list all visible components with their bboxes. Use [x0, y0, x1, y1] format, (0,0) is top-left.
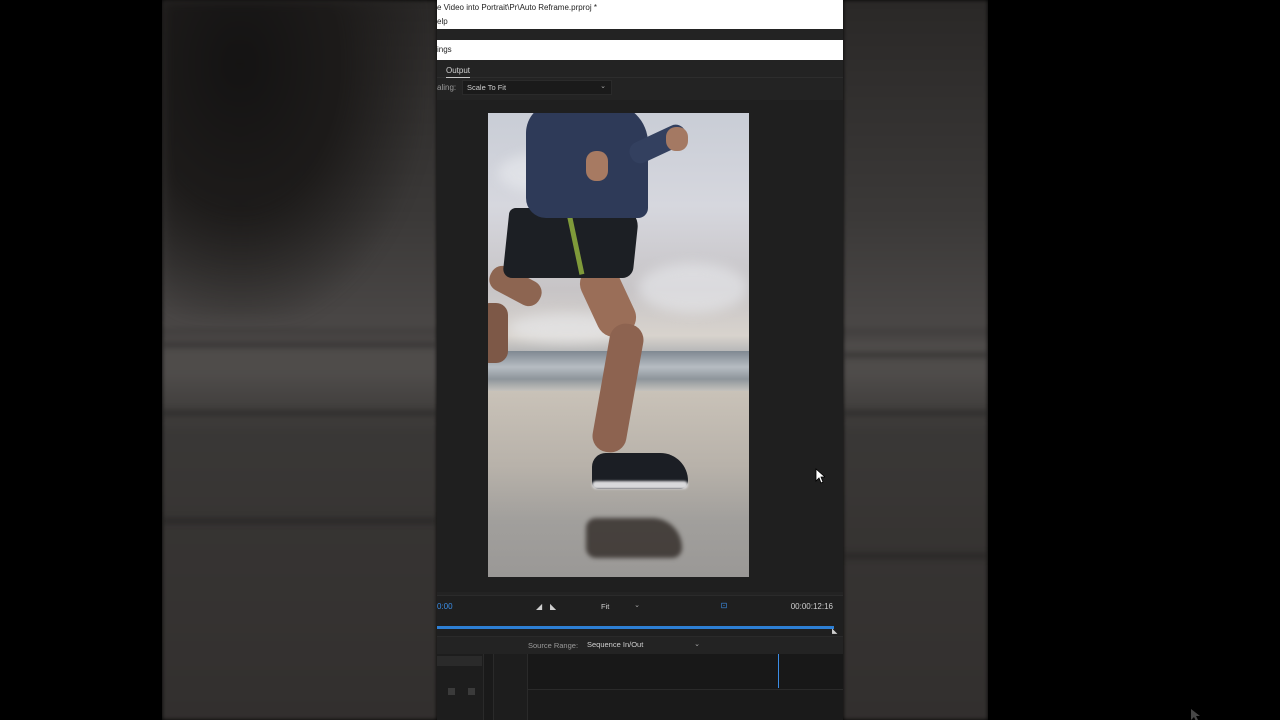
source-range-dropdown[interactable]: Sequence In/Out ⌄ [585, 639, 703, 652]
timeline-track[interactable] [528, 654, 843, 690]
video-runner-leg [488, 303, 508, 363]
mark-in-icon[interactable]: ◢ [536, 602, 544, 611]
toolbar-strip [437, 29, 843, 40]
chevron-down-icon: ⌄ [694, 641, 700, 648]
source-range-value: Sequence In/Out [587, 640, 644, 649]
background-band [843, 352, 988, 358]
source-range-row: Source Range: Sequence In/Out ⌄ [437, 636, 843, 654]
out-point-marker-icon[interactable]: ◣ [832, 628, 840, 636]
current-timecode[interactable]: 0:00 [437, 602, 453, 612]
video-shoe-sole [592, 481, 688, 489]
scaling-label: aling: [437, 83, 457, 92]
source-range-label: Source Range: [528, 641, 579, 650]
panel-column [437, 654, 484, 720]
scaling-dropdown[interactable]: Scale To Fit ⌄ [462, 80, 612, 95]
window-title: e Video into Portrait\Pr\Auto Reframe.pr… [437, 0, 843, 15]
video-reflection [586, 518, 682, 558]
menu-bar: elp [437, 15, 843, 29]
background-fill [843, 0, 988, 720]
zoom-fit-value: Fit [601, 602, 610, 611]
background-band [162, 410, 437, 416]
video-runner-hand [586, 151, 608, 181]
video-frame [488, 113, 749, 577]
tab-bar: Output [437, 62, 843, 78]
mouse-cursor-icon [1191, 709, 1200, 720]
transport-bar: 0:00 ◢ ◣ Fit ⌄ ⊡ 00:00:12:16 [437, 595, 843, 618]
scrub-bar[interactable] [437, 626, 834, 629]
dialog-title: ings [437, 40, 843, 60]
panel-column [493, 654, 528, 720]
scrub-area[interactable]: ◣ [437, 618, 843, 636]
chevron-down-icon: ⌄ [600, 83, 606, 90]
blurred-background-right [843, 0, 988, 720]
background-band [843, 410, 988, 416]
safe-margins-icon[interactable]: ⊡ [717, 600, 731, 612]
background-shape [162, 0, 422, 320]
chevron-down-icon: ⌄ [634, 602, 640, 609]
video-runner-hand [666, 127, 688, 151]
output-preview [437, 100, 843, 592]
playhead[interactable] [778, 654, 779, 688]
blurred-background-left [162, 0, 437, 720]
tab-output[interactable]: Output [446, 65, 471, 78]
trash-icon[interactable] [468, 688, 475, 695]
mouse-cursor-icon [815, 468, 825, 484]
background-band [162, 342, 437, 348]
new-item-icon[interactable] [448, 688, 455, 695]
panel-header [437, 656, 482, 666]
background-band [843, 553, 988, 559]
background-band [162, 518, 437, 524]
scaling-value: Scale To Fit [467, 83, 507, 92]
queue-panel [437, 654, 843, 720]
zoom-fit-dropdown[interactable]: Fit ⌄ [599, 601, 641, 613]
screen: e Video into Portrait\Pr\Auto Reframe.pr… [0, 0, 1280, 720]
mark-out-icon[interactable]: ◣ [550, 602, 558, 611]
duration-timecode: 00:00:12:16 [790, 602, 833, 611]
menu-item-help[interactable]: elp [437, 17, 448, 26]
video-cloud [638, 263, 748, 313]
premiere-window: e Video into Portrait\Pr\Auto Reframe.pr… [437, 0, 843, 720]
